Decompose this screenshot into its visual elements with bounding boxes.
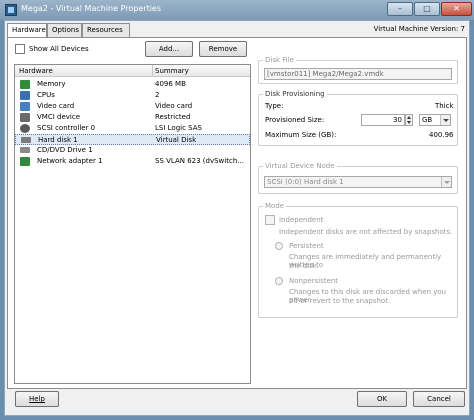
hardware-row-vmci[interactable]: VMCI device Restricted [15,112,250,123]
hardware-row-memory[interactable]: Memory 4096 MB [15,79,250,90]
tab-hardware[interactable]: Hardware [7,23,47,38]
hardware-list: Hardware Summary Memory 4096 MB CPUs 2 V… [14,64,251,384]
vmci-icon [20,113,30,122]
max-size-value: 400.96 [429,131,454,139]
type-value: Thick [435,102,454,110]
hardware-summary: 4096 MB [155,80,186,88]
properties-window: Mega2 - Virtual Machine Properties – □ ✕… [0,0,474,420]
hardware-summary: SS VLAN 623 (dvSwitch... [155,157,244,165]
nonpersistent-label: Nonpersistent [289,277,339,285]
disk-file-field[interactable]: [vmstor011] Mega2/Mega2.vmdk [264,68,452,80]
title-bar[interactable]: Mega2 - Virtual Machine Properties – □ ✕ [0,0,474,20]
independent-description: Independent disks are not affected by sn… [279,228,453,236]
window-title: Mega2 - Virtual Machine Properties [21,4,162,13]
size-unit-value: GB [422,116,433,124]
hardware-row-cd-dvd[interactable]: CD/DVD Drive 1 [15,145,250,156]
size-unit-select[interactable]: GB [419,114,451,126]
hardware-name: Video card [37,102,75,110]
column-separator [152,65,153,77]
disk-file-label: Disk File [263,56,296,64]
vm-app-icon [5,4,17,16]
independent-checkbox[interactable] [265,215,275,225]
chevron-down-icon [440,115,450,125]
hardware-summary: Restricted [155,113,191,121]
scsi-icon [20,124,30,133]
hardware-name: VMCI device [37,113,80,121]
show-all-devices[interactable]: Show All Devices [15,44,89,54]
close-button[interactable]: ✕ [441,2,472,16]
cancel-button[interactable]: Cancel [413,391,465,407]
cpu-icon [20,91,30,100]
chevron-down-icon [441,177,451,187]
help-button[interactable]: Help [15,391,59,407]
video-card-icon [20,102,30,111]
persistent-description-line2: the disk. [289,262,320,270]
cd-dvd-icon [20,147,30,153]
provisioned-size-label: Provisioned Size: [265,116,325,124]
dialog-client: Hardware Options Resources Virtual Machi… [4,20,470,416]
hardware-list-header: Hardware Summary [15,65,250,77]
hardware-name: Network adapter 1 [37,157,103,165]
tab-options[interactable]: Options [47,23,82,37]
tab-resources[interactable]: Resources [82,23,130,37]
type-label: Type: [265,102,284,110]
virtual-device-node-select[interactable]: SCSI (0:0) Hard disk 1 [264,176,452,188]
max-size-label: Maximum Size (GB): [265,131,337,139]
maximize-button[interactable]: □ [414,2,440,16]
vm-version-label: Virtual Machine Version: 7 [373,25,465,33]
hardware-row-cpus[interactable]: CPUs 2 [15,90,250,101]
hard-disk-icon [21,137,31,143]
ok-button[interactable]: OK [357,391,407,407]
virtual-device-node-group: Virtual Device Node SCSI (0:0) Hard disk… [258,162,458,194]
provisioned-size-spinner[interactable] [405,114,413,126]
virtual-device-node-label: Virtual Device Node [263,162,337,170]
nonpersistent-description-line2: off or revert to the snapshot. [289,297,391,305]
hardware-row-scsi-controller[interactable]: SCSI controller 0 LSI Logic SAS [15,123,250,134]
add-button[interactable]: Add... [145,41,193,57]
hardware-summary: Video card [155,102,193,110]
disk-provisioning-label: Disk Provisioning [263,90,327,98]
network-icon [20,157,30,166]
hardware-summary: 2 [155,91,160,99]
hardware-name: SCSI controller 0 [37,124,96,132]
remove-button[interactable]: Remove [199,41,247,57]
show-all-devices-checkbox[interactable] [15,44,25,54]
hardware-name: CPUs [37,91,55,99]
persistent-label: Persistent [289,242,324,250]
mode-label: Mode [263,202,287,210]
disk-file-group: Disk File [vmstor011] Mega2/Mega2.vmdk [258,56,458,84]
memory-icon [20,80,30,89]
minimize-button[interactable]: – [387,2,413,16]
provisioned-size-input[interactable]: 30 [361,114,405,126]
help-button-label: Help [29,395,45,403]
nonpersistent-radio[interactable] [275,277,283,285]
virtual-device-node-value: SCSI (0:0) Hard disk 1 [267,178,344,186]
column-summary[interactable]: Summary [155,67,189,75]
hardware-row-video-card[interactable]: Video card Video card [15,101,250,112]
hardware-row-network-adapter[interactable]: Network adapter 1 SS VLAN 623 (dvSwitch.… [15,156,250,167]
hardware-tab-panel: Show All Devices Add... Remove Hardware … [7,37,467,389]
persistent-radio[interactable] [275,242,283,250]
hardware-row-hard-disk[interactable]: Hard disk 1 Virtual Disk [15,134,250,145]
column-hardware[interactable]: Hardware [19,67,53,75]
hardware-summary: LSI Logic SAS [155,124,202,132]
show-all-devices-label: Show All Devices [29,45,89,53]
hardware-name: CD/DVD Drive 1 [37,146,93,154]
hardware-name: Memory [37,80,66,88]
disk-provisioning-group: Disk Provisioning Type: Thick Provisione… [258,90,458,146]
mode-group: Mode Independent Independent disks are n… [258,202,458,318]
independent-label: Independent [279,216,324,224]
